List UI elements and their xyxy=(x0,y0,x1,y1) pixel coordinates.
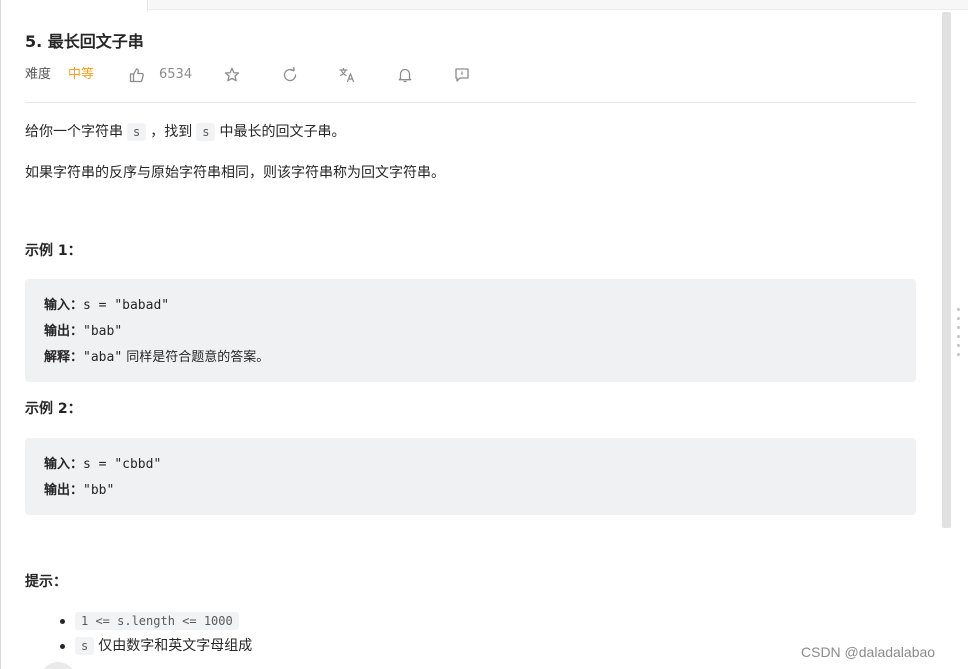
difficulty-label: 难度 xyxy=(25,67,52,82)
handle-dot xyxy=(957,335,960,338)
description-text: ，找到 xyxy=(150,124,193,140)
description-paragraph-2: 如果字符串的反序与原始字符串相同，则该字符串称为回文字符串。 xyxy=(25,165,445,181)
explanation-value: "aba" xyxy=(83,350,123,365)
problem-meta-bar: 难度 中等 6534 xyxy=(25,65,916,85)
example-output-line: 输出："bb" xyxy=(44,478,897,504)
left-border xyxy=(0,0,1,669)
constraint-item: s 仅由数字和英文字母组成 xyxy=(25,634,625,659)
explanation-text: 同样是符合题意的答案。 xyxy=(122,350,270,365)
handle-dot xyxy=(957,344,960,347)
bell-icon[interactable] xyxy=(396,66,414,84)
description-text: 给你一个字符串 xyxy=(25,124,123,140)
output-value: "bb" xyxy=(83,483,115,498)
input-value: s = "babad" xyxy=(83,298,170,313)
handle-dot xyxy=(957,317,960,320)
example-1-code-block: 输入：s = "babad" 输出："bab" 解释："aba" 同样是符合题意… xyxy=(25,279,916,382)
top-bar xyxy=(0,0,968,12)
output-label: 输出： xyxy=(44,483,84,498)
description-paragraph-1: 给你一个字符串 s ，找到 s 中最长的回文子串。 xyxy=(25,121,345,143)
example-2-heading: 示例 2： xyxy=(25,401,82,417)
problem-title: 5. 最长回文子串 xyxy=(25,32,144,51)
handle-dot xyxy=(957,326,960,329)
input-label: 输入： xyxy=(44,298,84,313)
example-explanation-line: 解释："aba" 同样是符合题意的答案。 xyxy=(44,345,897,371)
inline-code: s xyxy=(196,123,216,141)
vertical-scrollbar[interactable] xyxy=(942,12,951,528)
watermark: CSDN @daladalabao xyxy=(801,644,936,660)
inline-code: s xyxy=(75,637,95,655)
inline-code: s xyxy=(127,123,147,141)
handle-dot xyxy=(957,353,960,356)
input-label: 输入： xyxy=(44,457,84,472)
refresh-icon[interactable] xyxy=(281,66,299,84)
example-input-line: 输入：s = "cbbd" xyxy=(44,452,897,478)
description-text: 中最长的回文子串。 xyxy=(219,124,346,140)
resize-handle[interactable] xyxy=(957,308,961,368)
example-output-line: 输出："bab" xyxy=(44,319,897,345)
top-bar-rest xyxy=(149,0,968,10)
constraint-item: 1 <= s.length <= 1000 xyxy=(25,609,625,634)
likes-count: 6534 xyxy=(159,67,193,82)
output-label: 输出： xyxy=(44,324,84,339)
header-divider xyxy=(25,102,916,103)
translate-icon[interactable] xyxy=(338,66,356,84)
inline-code: 1 <= s.length <= 1000 xyxy=(75,612,239,630)
star-icon[interactable] xyxy=(223,66,241,84)
explanation-label: 解释： xyxy=(44,350,84,365)
input-value: s = "cbbd" xyxy=(83,457,162,472)
constraints-list: 1 <= s.length <= 1000 s 仅由数字和英文字母组成 xyxy=(25,609,625,659)
example-1-heading: 示例 1： xyxy=(25,243,82,259)
thumbs-up-icon[interactable] xyxy=(128,66,146,84)
top-tab[interactable] xyxy=(0,0,148,12)
example-input-line: 输入：s = "babad" xyxy=(44,293,897,319)
constraints-heading: 提示： xyxy=(25,574,67,590)
constraint-text: 仅由数字和英文字母组成 xyxy=(98,638,253,654)
feedback-icon[interactable] xyxy=(453,66,471,84)
difficulty-value: 中等 xyxy=(68,67,95,82)
problem-description-panel: 5. 最长回文子串 难度 中等 6534 给你一个字符串 s ，找到 s 中最长… xyxy=(25,12,916,669)
example-2-code-block: 输入：s = "cbbd" 输出："bb" xyxy=(25,438,916,515)
handle-dot xyxy=(957,308,960,311)
output-value: "bab" xyxy=(83,324,123,339)
